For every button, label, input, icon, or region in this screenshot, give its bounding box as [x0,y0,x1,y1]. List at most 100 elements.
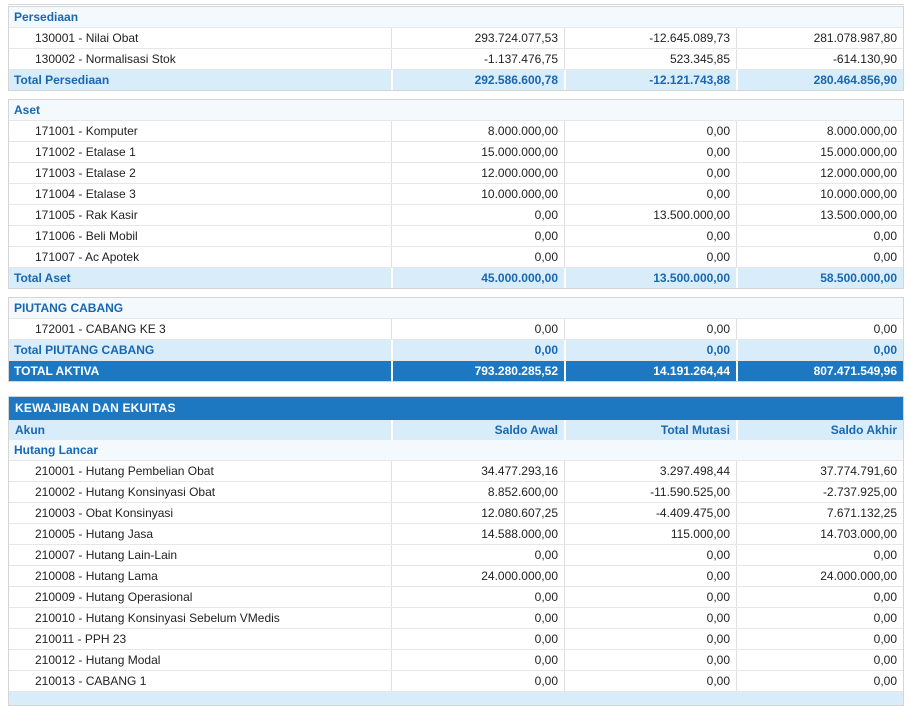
saldo-akhir-cell: 14.703.000,00 [736,524,903,544]
saldo-awal-cell: -1.137.476,75 [391,49,564,69]
saldo-akhir-cell: 24.000.000,00 [736,566,903,586]
section-header-row: PIUTANG CABANG [9,298,903,318]
akun-cell: 171005 - Rak Kasir [9,205,391,225]
table-row: 210011 - PPH 230,000,000,00 [9,628,903,649]
saldo-akhir-cell: 12.000.000,00 [736,163,903,183]
saldo-awal-cell: 0,00 [391,608,564,628]
saldo-akhir-cell: 281.078.987,80 [736,28,903,48]
section-block: Persediaan130001 - Nilai Obat293.724.077… [8,6,904,91]
section-name: Hutang Lancar [9,440,903,460]
saldo-awal-cell: 0,00 [391,650,564,670]
saldo-awal-cell: 8.000.000,00 [391,121,564,141]
saldo-akhir-cell: -614.130,90 [736,49,903,69]
saldo-akhir-cell: 0,00 [736,587,903,607]
akun-cell: 210012 - Hutang Modal [9,650,391,670]
table-row: 210013 - CABANG 10,000,000,00 [9,670,903,691]
section-block: PIUTANG CABANG172001 - CABANG KE 30,000,… [8,297,904,382]
clipped-total-row-bottom [9,691,903,705]
total-mutasi-cell: 0,00 [564,608,736,628]
total-mutasi-cell: 0,00 [564,340,736,360]
saldo-akhir-cell: 10.000.000,00 [736,184,903,204]
akun-cell [9,692,391,705]
section-total-row: Total Persediaan292.586.600,78-12.121.74… [9,69,903,90]
saldo-awal-cell: 15.000.000,00 [391,142,564,162]
balance-sheet-report: Persediaan130001 - Nilai Obat293.724.077… [0,0,910,706]
total-aktiva-row: TOTAL AKTIVA793.280.285,5214.191.264,448… [9,360,903,381]
saldo-awal-cell: 0,00 [391,319,564,339]
akun-cell: 210011 - PPH 23 [9,629,391,649]
saldo-akhir-cell: 7.671.132,25 [736,503,903,523]
section-header-row: Aset [9,100,903,120]
saldo-awal-cell: 0,00 [391,545,564,565]
total-mutasi-cell: 0,00 [564,587,736,607]
saldo-akhir-cell: 0,00 [736,671,903,691]
table-row: 171006 - Beli Mobil0,000,000,00 [9,225,903,246]
total-mutasi-cell: -4.409.475,00 [564,503,736,523]
total-mutasi-cell: 0,00 [564,247,736,267]
clipped-row-top [8,0,904,5]
total-mutasi-cell: -12.121.743,88 [564,70,736,90]
akun-cell: 210010 - Hutang Konsinyasi Sebelum VMedi… [9,608,391,628]
total-mutasi-cell: 0,00 [564,671,736,691]
total-mutasi-cell: 0,00 [564,184,736,204]
total-mutasi-cell: 3.297.498,44 [564,461,736,481]
total-mutasi-cell [564,692,736,705]
saldo-awal-cell: 0,00 [391,587,564,607]
table-row: 171005 - Rak Kasir0,0013.500.000,0013.50… [9,204,903,225]
akun-cell: 210003 - Obat Konsinyasi [9,503,391,523]
aktiva-table: Persediaan130001 - Nilai Obat293.724.077… [8,6,904,382]
saldo-awal-cell: 45.000.000,00 [391,268,564,288]
total-mutasi-cell: 0,00 [564,629,736,649]
total-mutasi-cell: 523.345,85 [564,49,736,69]
section-header-row: Persediaan [9,7,903,27]
akun-cell: 210007 - Hutang Lain-Lain [9,545,391,565]
saldo-akhir-cell: 0,00 [736,545,903,565]
akun-cell: Total Aset [9,268,391,288]
saldo-akhir-cell: 0,00 [736,650,903,670]
total-mutasi-cell: -12.645.089,73 [564,28,736,48]
saldo-awal-cell: 12.000.000,00 [391,163,564,183]
total-mutasi-cell: 0,00 [564,319,736,339]
table-row: 130001 - Nilai Obat293.724.077,53-12.645… [9,27,903,48]
total-mutasi-cell: 0,00 [564,121,736,141]
column-header-row: AkunSaldo AwalTotal MutasiSaldo Akhir [9,420,903,440]
table-row: 210002 - Hutang Konsinyasi Obat8.852.600… [9,481,903,502]
total-mutasi-cell: -11.590.525,00 [564,482,736,502]
saldo-awal-cell [391,692,564,705]
saldo-awal-cell: 0,00 [391,205,564,225]
saldo-akhir-cell: 15.000.000,00 [736,142,903,162]
saldo-awal-cell: 0,00 [391,671,564,691]
saldo-akhir-cell: 0,00 [736,340,903,360]
table-row: 171007 - Ac Apotek0,000,000,00 [9,246,903,267]
akun-cell: 172001 - CABANG KE 3 [9,319,391,339]
total-mutasi-cell: 0,00 [564,142,736,162]
saldo-awal-cell: 24.000.000,00 [391,566,564,586]
kewajiban-title-bar: KEWAJIBAN DAN EKUITAS [9,397,903,420]
saldo-akhir-cell: 0,00 [736,608,903,628]
akun-cell: 130001 - Nilai Obat [9,28,391,48]
section-name: Persediaan [9,7,903,27]
akun-cell: 171004 - Etalase 3 [9,184,391,204]
akun-cell: 171002 - Etalase 1 [9,142,391,162]
table-row: 210007 - Hutang Lain-Lain0,000,000,00 [9,544,903,565]
akun-cell: 210005 - Hutang Jasa [9,524,391,544]
akun-header: Akun [9,420,391,440]
table-row: 210005 - Hutang Jasa14.588.000,00115.000… [9,523,903,544]
saldo-akhir-cell [736,692,903,705]
saldo-awal-cell: 12.080.607,25 [391,503,564,523]
total-mutasi-cell: 0,00 [564,226,736,246]
akun-cell: 171003 - Etalase 2 [9,163,391,183]
akun-cell: 171007 - Ac Apotek [9,247,391,267]
total-mutasi-cell: 0,00 [564,545,736,565]
total-mutasi-cell: 14.191.264,44 [564,361,736,381]
akun-cell: 130002 - Normalisasi Stok [9,49,391,69]
table-row: 172001 - CABANG KE 30,000,000,00 [9,318,903,339]
saldo-akhir-cell: 0,00 [736,319,903,339]
akun-cell: 210008 - Hutang Lama [9,566,391,586]
table-row: 210001 - Hutang Pembelian Obat34.477.293… [9,460,903,481]
saldo-awal-cell: 14.588.000,00 [391,524,564,544]
total-mutasi-cell: 0,00 [564,650,736,670]
total-mutasi-cell: 13.500.000,00 [564,205,736,225]
section-header-row: Hutang Lancar [9,440,903,460]
table-row: 171001 - Komputer8.000.000,000,008.000.0… [9,120,903,141]
